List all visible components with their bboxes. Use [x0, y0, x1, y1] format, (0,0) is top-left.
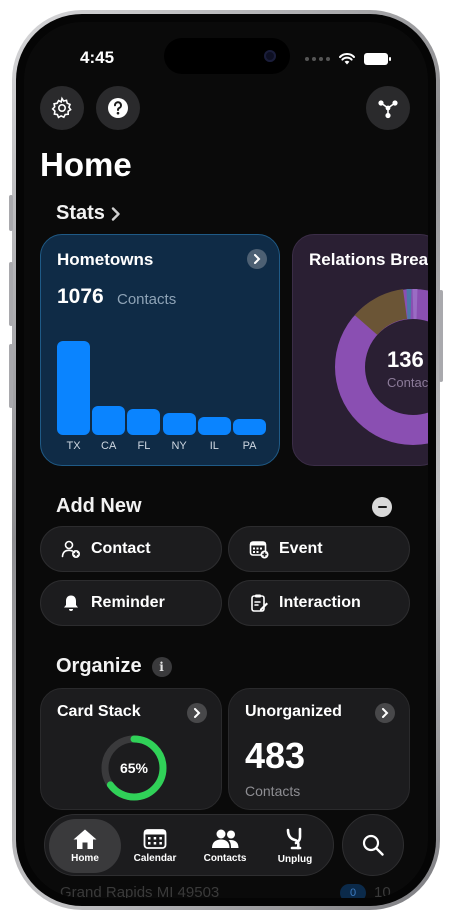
add-new-section-label: Add New: [56, 495, 142, 517]
add-interaction-label: Interaction: [279, 594, 361, 611]
wifi-icon: [339, 53, 355, 65]
tab-unplug[interactable]: Unplug: [260, 815, 330, 877]
bar-il: [197, 417, 231, 435]
tab-calendar[interactable]: Calendar: [120, 815, 190, 877]
bar-tx: [57, 341, 90, 435]
card-stack-open-button[interactable]: [187, 703, 207, 723]
tab-bar: Home Calendar Contacts Unplug: [44, 814, 334, 876]
stats-section-link[interactable]: Stats: [56, 202, 121, 225]
peek-badge: 0: [340, 884, 366, 898]
hometowns-unit: Contacts: [117, 291, 177, 308]
help-button[interactable]: [96, 86, 140, 130]
unorganized-open-button[interactable]: [375, 703, 395, 723]
bar-fl: [127, 409, 161, 435]
network-button[interactable]: [366, 86, 410, 130]
calendar-add-icon: [249, 541, 269, 559]
camera-icon: [264, 50, 276, 62]
hometowns-title: Hometowns: [57, 250, 154, 269]
add-reminder-button[interactable]: Reminder: [40, 580, 222, 626]
collapse-add-new-button[interactable]: [372, 497, 392, 517]
action-button: [9, 195, 13, 231]
tab-contacts-label: Contacts: [203, 853, 247, 864]
unorganized-title: Unorganized: [245, 703, 342, 720]
chevron-right-icon: [194, 708, 201, 718]
calendar-icon: [143, 829, 167, 849]
bar-ca: [92, 406, 126, 435]
organize-section-label: Organize: [56, 655, 142, 677]
tab-unplug-label: Unplug: [277, 854, 313, 865]
peek-address-text: Grand Rapids MI 49503: [60, 884, 220, 898]
volume-down-button: [9, 344, 13, 408]
bar-label-ny: NY: [171, 440, 187, 452]
power-button: [439, 290, 443, 382]
unorganized-count: 483: [245, 735, 306, 776]
card-stack-progress-text: 65%: [119, 760, 149, 776]
settings-button[interactable]: [40, 86, 84, 130]
relations-title: Relations Breakdown: [309, 250, 428, 269]
hometowns-card[interactable]: Hometowns 1076 Contacts TX CA FL NY IL PA: [40, 234, 280, 466]
stats-section-label: Stats: [56, 202, 105, 224]
page-title: Home: [40, 146, 132, 183]
hometowns-open-button[interactable]: [247, 249, 267, 269]
add-event-button[interactable]: Event: [228, 526, 410, 572]
people-icon: [212, 829, 239, 848]
hometowns-count: 1076: [57, 285, 104, 308]
gear-icon: [51, 96, 72, 119]
add-contact-label: Contact: [91, 540, 151, 557]
clipboard-edit-icon: [251, 594, 268, 612]
search-button[interactable]: [342, 814, 404, 876]
status-icons: [305, 52, 391, 65]
chevron-right-icon: [111, 206, 120, 221]
unorganized-unit: Contacts: [245, 783, 301, 799]
tab-home[interactable]: Home: [50, 815, 120, 877]
tab-contacts[interactable]: Contacts: [190, 815, 260, 877]
minus-icon: [377, 506, 387, 508]
bar-label-pa: PA: [242, 440, 257, 452]
relations-count: 136: [387, 347, 424, 372]
peek-number: 10: [374, 884, 391, 898]
app-screen: 4:45 Home Stats Hometowns 1076 Contacts …: [24, 22, 428, 898]
add-interaction-button[interactable]: Interaction: [228, 580, 410, 626]
info-icon[interactable]: i: [151, 656, 172, 677]
volume-up-button: [9, 262, 13, 326]
search-icon: [362, 834, 384, 856]
bar-pa: [233, 419, 266, 435]
signal-icon: [305, 56, 330, 61]
bar-label-il: IL: [209, 440, 219, 452]
organize-section: Organize i: [56, 655, 172, 678]
relations-unit: Contacts: [387, 375, 428, 390]
chevron-right-icon: [382, 708, 389, 718]
relations-card[interactable]: Relations Breakdown 136 Contacts: [292, 234, 428, 466]
chevron-right-icon: [254, 254, 261, 264]
unorganized-card[interactable]: Unorganized 483 Contacts: [228, 688, 410, 810]
battery-icon: [364, 52, 391, 65]
add-contact-button[interactable]: Contact: [40, 526, 222, 572]
person-add-icon: [61, 540, 80, 558]
bar-ny: [162, 413, 196, 435]
bell-icon: [64, 595, 78, 611]
bar-label-ca: CA: [101, 440, 117, 452]
house-icon: [73, 829, 97, 849]
bar-label-fl: FL: [137, 440, 151, 452]
add-event-label: Event: [279, 540, 323, 557]
tab-home-label: Home: [71, 853, 99, 864]
unplug-icon: [286, 827, 302, 850]
status-time: 4:45: [80, 48, 115, 67]
bar-label-tx: TX: [66, 440, 81, 452]
add-reminder-label: Reminder: [91, 594, 165, 611]
card-stack-card[interactable]: Card Stack 65%: [40, 688, 222, 810]
question-icon: [108, 98, 128, 118]
tab-calendar-label: Calendar: [133, 853, 177, 864]
dynamic-island: [164, 38, 290, 74]
network-graph-icon: [378, 100, 398, 119]
card-stack-title: Card Stack: [57, 703, 141, 720]
